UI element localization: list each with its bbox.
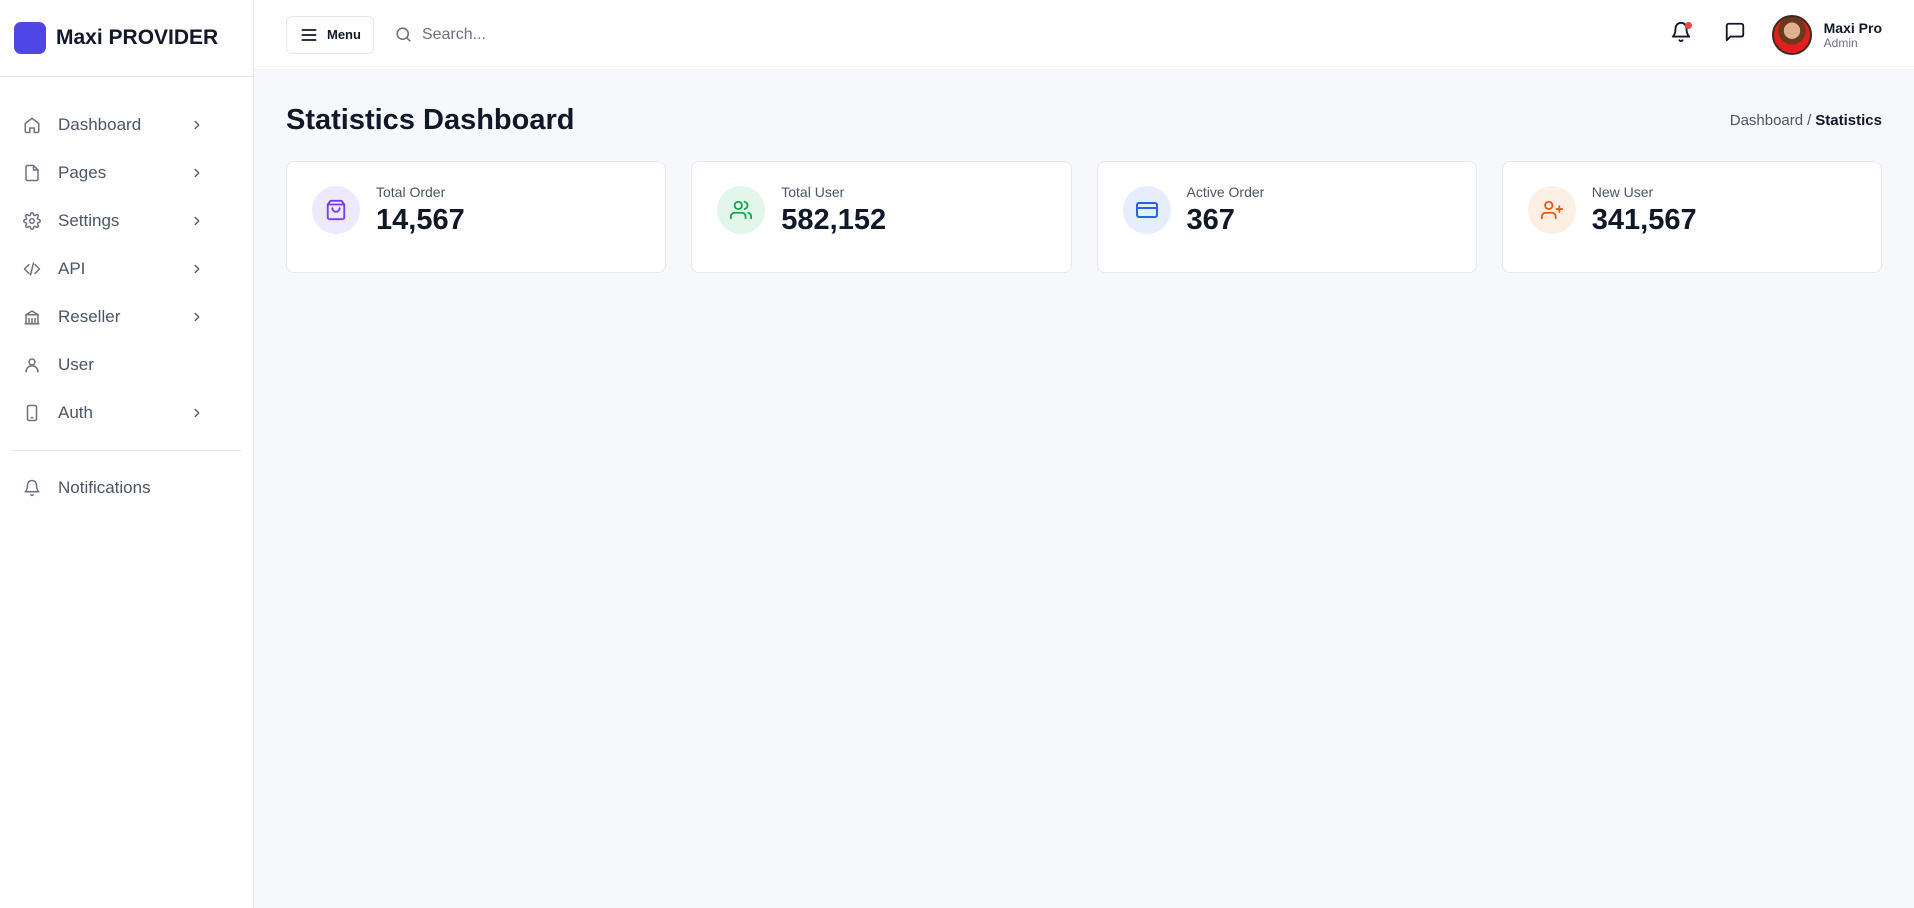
sidebar-item-api[interactable]: API bbox=[0, 245, 253, 293]
sidebar-item-notifications[interactable]: Notifications bbox=[0, 464, 253, 512]
stat-label: Active Order bbox=[1186, 183, 1265, 200]
sidebar-item-label: Settings bbox=[58, 211, 120, 230]
chevron-right-icon bbox=[189, 117, 205, 133]
search-bar bbox=[394, 25, 1640, 45]
avatar bbox=[1771, 14, 1812, 55]
chevron-right-icon bbox=[189, 213, 205, 229]
sidebar-item-user[interactable]: User bbox=[0, 341, 253, 389]
stat-label: New User bbox=[1591, 183, 1654, 200]
sidebar-item-label: Auth bbox=[58, 403, 93, 422]
breadcrumb-current: Statistics bbox=[1815, 112, 1882, 129]
search-input[interactable] bbox=[421, 25, 722, 44]
notification-dot bbox=[1684, 21, 1692, 29]
stat-value: 341,567 bbox=[1591, 203, 1697, 236]
content: Statistics Dashboard Dashboard / Statistic… bbox=[254, 70, 1914, 307]
stat-cards: Total Order 14,567 Total User 582,152 Ac… bbox=[286, 161, 1882, 273]
user-role: Admin bbox=[1823, 35, 1858, 50]
user-icon bbox=[22, 355, 42, 375]
sidebar-item-label: User bbox=[58, 355, 94, 374]
credit-card-icon bbox=[1122, 186, 1171, 234]
chevron-right-icon bbox=[189, 261, 205, 277]
chevron-right-icon bbox=[189, 309, 205, 325]
top-actions: Maxi Pro Admin bbox=[1640, 14, 1882, 55]
sidebar-divider bbox=[12, 450, 241, 451]
code-icon bbox=[22, 259, 42, 279]
chat-icon bbox=[1724, 21, 1746, 48]
sidebar-item-label: Notifications bbox=[58, 478, 151, 497]
stat-label: Total Order bbox=[376, 183, 446, 200]
users-icon bbox=[717, 186, 766, 234]
chevron-right-icon bbox=[189, 405, 205, 421]
phone-icon bbox=[22, 403, 42, 423]
breadcrumb-link-dashboard[interactable]: Dashboard bbox=[1730, 112, 1803, 129]
stat-value: 14,567 bbox=[376, 203, 465, 236]
notifications-button[interactable] bbox=[1668, 21, 1694, 48]
sidebar-item-label: Pages bbox=[58, 163, 107, 182]
breadcrumb-separator: / bbox=[1807, 112, 1812, 129]
sidebar: Maxi PROVIDER Dashboard Pages Settings A… bbox=[0, 0, 254, 908]
stat-card-active-order: Active Order 367 bbox=[1096, 161, 1477, 273]
file-icon bbox=[22, 163, 42, 183]
home-icon bbox=[22, 115, 42, 135]
sidebar-item-settings[interactable]: Settings bbox=[0, 197, 253, 245]
menu-button[interactable]: Menu bbox=[286, 15, 374, 54]
hamburger-icon bbox=[299, 25, 319, 45]
stat-card-total-user: Total User 582,152 bbox=[691, 161, 1072, 273]
breadcrumb: Dashboard / Statistics bbox=[1730, 112, 1882, 129]
user-profile[interactable]: Maxi Pro Admin bbox=[1771, 14, 1882, 55]
brand-name: Maxi PROVIDER bbox=[56, 26, 219, 49]
stat-card-new-user: New User 341,567 bbox=[1501, 161, 1882, 273]
brand-logo bbox=[14, 22, 46, 54]
main-area: Menu Search... Maxi Pro Admin Statistics… bbox=[254, 0, 1914, 908]
sidebar-nav: Dashboard Pages Settings API Reseller Us… bbox=[0, 77, 253, 512]
chevron-right-icon bbox=[189, 165, 205, 181]
menu-button-label: Menu bbox=[327, 27, 361, 42]
stat-value: 582,152 bbox=[781, 203, 887, 236]
search-icon bbox=[394, 25, 414, 45]
sidebar-item-dashboard[interactable]: Dashboard bbox=[0, 101, 253, 149]
sidebar-item-reseller[interactable]: Reseller bbox=[0, 293, 253, 341]
topbar: Menu Search... Maxi Pro Admin bbox=[254, 0, 1914, 70]
user-name: Maxi Pro bbox=[1823, 19, 1882, 36]
sidebar-item-label: Dashboard bbox=[58, 115, 142, 134]
stat-card-total-order: Total Order 14,567 bbox=[286, 161, 667, 273]
sidebar-item-auth[interactable]: Auth bbox=[0, 389, 253, 437]
page-title: Statistics Dashboard bbox=[286, 104, 575, 136]
sidebar-item-label: API bbox=[58, 259, 86, 278]
messages-button[interactable] bbox=[1722, 22, 1748, 48]
sidebar-item-pages[interactable]: Pages bbox=[0, 149, 253, 197]
stat-label: Total User bbox=[781, 183, 845, 200]
brand[interactable]: Maxi PROVIDER bbox=[0, 0, 253, 77]
building-icon bbox=[22, 307, 42, 327]
stat-value: 367 bbox=[1186, 203, 1235, 236]
bell-icon bbox=[22, 478, 42, 498]
user-plus-icon bbox=[1527, 186, 1576, 234]
gear-icon bbox=[22, 211, 42, 231]
shopping-bag-icon bbox=[312, 186, 360, 234]
sidebar-item-label: Reseller bbox=[58, 307, 121, 326]
